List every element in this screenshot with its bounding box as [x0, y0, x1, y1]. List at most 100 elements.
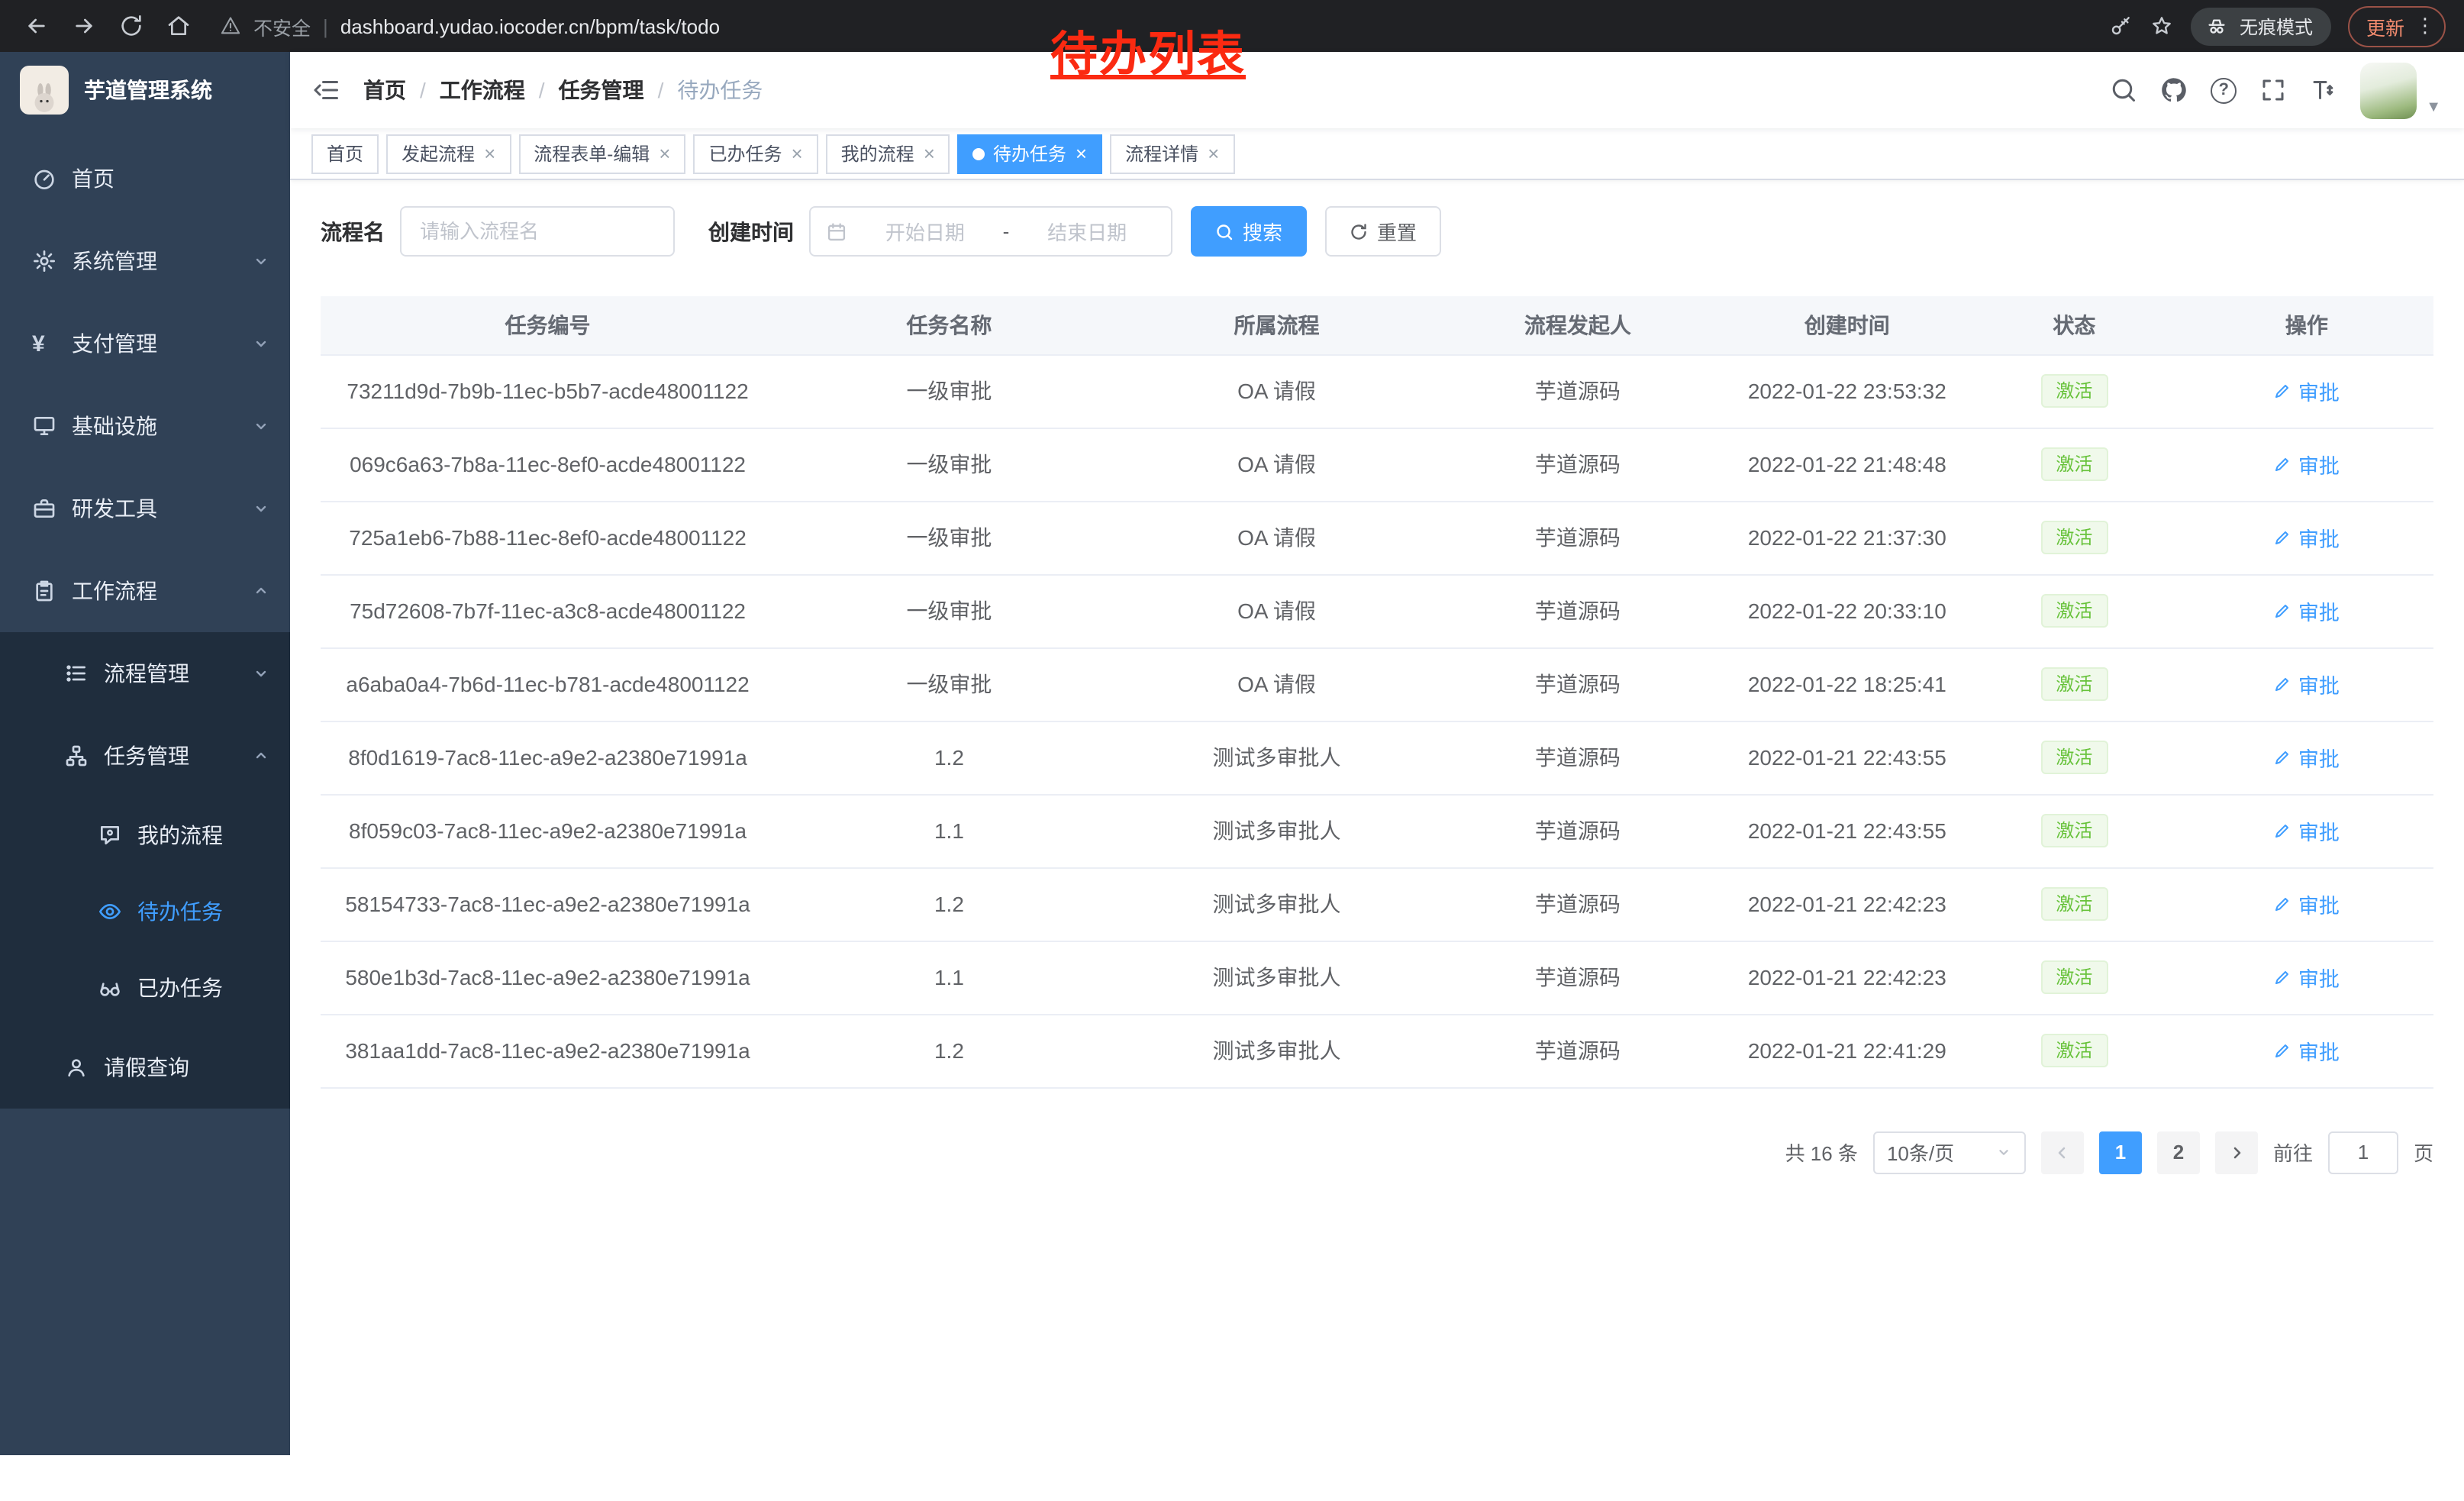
sidebar-item-home[interactable]: 首页: [0, 137, 290, 220]
breadcrumb-separator: /: [420, 78, 426, 102]
approve-link[interactable]: 审批: [2274, 815, 2340, 846]
tab-start-process[interactable]: 发起流程 ×: [386, 134, 511, 173]
next-page-button[interactable]: [2215, 1131, 2258, 1173]
active-tab-dot: [973, 147, 985, 160]
chevron-down-icon: [252, 417, 270, 435]
password-key-button[interactable]: [2108, 14, 2133, 38]
tree-icon: [64, 744, 89, 768]
sidebar-item-infrastructure[interactable]: 基础设施: [0, 385, 290, 467]
cell-initiator: 芋道源码: [1430, 941, 1726, 1014]
page-button-1[interactable]: 1: [2099, 1131, 2142, 1173]
breadcrumb-workflow[interactable]: 工作流程: [440, 75, 525, 105]
user-avatar[interactable]: [2360, 62, 2417, 118]
prev-page-button[interactable]: [2041, 1131, 2084, 1173]
todo-task-table: 任务编号 任务名称 所属流程 流程发起人 创建时间 状态 操作 73211d9d…: [321, 296, 2433, 1088]
tab-process-detail[interactable]: 流程详情×: [1110, 134, 1234, 173]
not-secure-label: 不安全: [253, 11, 311, 40]
sidebar-item-process-management[interactable]: 流程管理: [0, 632, 290, 715]
browser-reload-button[interactable]: [110, 5, 151, 47]
edit-pencil-icon: [2274, 528, 2292, 547]
approve-link[interactable]: 审批: [2274, 1035, 2340, 1066]
not-secure-warning-icon: [220, 15, 241, 37]
fullscreen-button[interactable]: [2259, 76, 2287, 104]
sidebar-item-my-process[interactable]: 我的流程: [0, 797, 290, 873]
browser-menu-icon[interactable]: ⋮: [2415, 14, 2435, 38]
cell-status: 激活: [1969, 867, 2180, 941]
approve-link[interactable]: 审批: [2274, 742, 2340, 773]
close-tab-icon[interactable]: ×: [1076, 144, 1087, 163]
top-navbar: 首页 / 工作流程 / 任务管理 / 待办任务 ? ▼: [290, 52, 2464, 128]
breadcrumb-task-management[interactable]: 任务管理: [559, 75, 644, 105]
goto-label: 前往: [2273, 1138, 2313, 1167]
page-button-2[interactable]: 2: [2157, 1131, 2200, 1173]
tab-done-tasks[interactable]: 已办任务×: [693, 134, 818, 173]
browser-forward-button[interactable]: [63, 5, 104, 47]
cell-action: 审批: [2180, 867, 2433, 941]
date-range-picker[interactable]: 开始日期 - 结束日期: [809, 206, 1172, 257]
sidebar-item-done-tasks[interactable]: 已办任务: [0, 950, 290, 1026]
breadcrumb-separator: /: [658, 78, 664, 102]
sidebar-item-leave-query[interactable]: 请假查询: [0, 1026, 290, 1109]
close-tab-icon[interactable]: ×: [924, 144, 935, 163]
page-size-select[interactable]: 10条/页: [1873, 1131, 2026, 1173]
page-content: 流程名 创建时间 开始日期 - 结束日期 搜索 重: [290, 180, 2464, 1204]
search-button[interactable]: [2110, 76, 2137, 104]
tab-my-process[interactable]: 我的流程×: [826, 134, 950, 173]
status-badge: 激活: [2040, 960, 2108, 995]
browser-home-button[interactable]: [157, 5, 198, 47]
process-name-input[interactable]: [400, 206, 675, 257]
incognito-label: 无痕模式: [2240, 13, 2313, 39]
sidebar-item-payment[interactable]: ¥ 支付管理: [0, 302, 290, 385]
search-button-form[interactable]: 搜索: [1191, 206, 1307, 257]
avatar-caret-icon[interactable]: ▼: [2426, 98, 2441, 115]
goto-page-input[interactable]: [2328, 1131, 2398, 1173]
sidebar-toggle-icon[interactable]: [313, 76, 340, 104]
navbar-tools: ? ▼: [2110, 62, 2441, 118]
sidebar-item-label: 支付管理: [72, 328, 157, 359]
sidebar-item-devtools[interactable]: 研发工具: [0, 467, 290, 550]
table-row: a6aba0a4-7b6d-11ec-b781-acde48001122 一级审…: [321, 647, 2433, 721]
approve-link[interactable]: 审批: [2274, 889, 2340, 919]
table-row: 75d72608-7b7f-11ec-a3c8-acde48001122 一级审…: [321, 574, 2433, 647]
github-button[interactable]: [2160, 76, 2188, 104]
approve-link[interactable]: 审批: [2274, 669, 2340, 699]
sidebar-item-workflow[interactable]: 工作流程: [0, 550, 290, 632]
cell-task-id: 725a1eb6-7b88-11ec-8ef0-acde48001122: [321, 501, 775, 574]
cell-create-time: 2022-01-21 22:41:29: [1726, 1014, 1969, 1087]
approve-link[interactable]: 审批: [2274, 449, 2340, 479]
tab-label: 发起流程: [402, 140, 475, 166]
breadcrumb-home[interactable]: 首页: [363, 75, 406, 105]
approve-link[interactable]: 审批: [2274, 596, 2340, 626]
table-header-row: 任务编号 任务名称 所属流程 流程发起人 创建时间 状态 操作: [321, 296, 2433, 354]
arrow-right-icon: [2227, 1143, 2246, 1161]
logo-avatar: [20, 66, 69, 115]
tab-process-form-edit[interactable]: 流程表单-编辑×: [518, 134, 685, 173]
font-size-button[interactable]: [2310, 76, 2337, 104]
approve-link[interactable]: 审批: [2274, 376, 2340, 406]
bookmark-star-button[interactable]: [2150, 14, 2174, 38]
close-tab-icon[interactable]: ×: [1208, 144, 1219, 163]
approve-link[interactable]: 审批: [2274, 962, 2340, 993]
sidebar-item-todo-tasks[interactable]: 待办任务: [0, 873, 290, 950]
close-tab-icon[interactable]: ×: [484, 144, 495, 163]
sidebar-item-label: 首页: [72, 163, 114, 194]
browser-back-button[interactable]: [15, 5, 56, 47]
sidebar-item-task-management[interactable]: 任务管理: [0, 715, 290, 797]
table-row: 8f0d1619-7ac8-11ec-a9e2-a2380e71991a 1.2…: [321, 721, 2433, 794]
browser-update-button[interactable]: 更新 ⋮: [2348, 5, 2446, 47]
help-button[interactable]: ?: [2211, 77, 2237, 103]
cell-process: OA 请假: [1124, 574, 1430, 647]
reset-button[interactable]: 重置: [1325, 206, 1441, 257]
close-tab-icon[interactable]: ×: [659, 144, 670, 163]
sidebar-item-system[interactable]: 系统管理: [0, 220, 290, 302]
cell-create-time: 2022-01-21 22:42:23: [1726, 941, 1969, 1014]
approve-label: 审批: [2298, 596, 2340, 626]
clipboard-icon: [32, 579, 56, 603]
app-logo[interactable]: 芋道管理系统: [0, 52, 290, 128]
end-date-placeholder[interactable]: 结束日期: [1018, 217, 1156, 246]
tab-todo-tasks[interactable]: 待办任务×: [958, 134, 1102, 173]
approve-link[interactable]: 审批: [2274, 522, 2340, 553]
start-date-placeholder[interactable]: 开始日期: [856, 217, 994, 246]
close-tab-icon[interactable]: ×: [791, 144, 802, 163]
tab-home[interactable]: 首页: [311, 134, 379, 173]
